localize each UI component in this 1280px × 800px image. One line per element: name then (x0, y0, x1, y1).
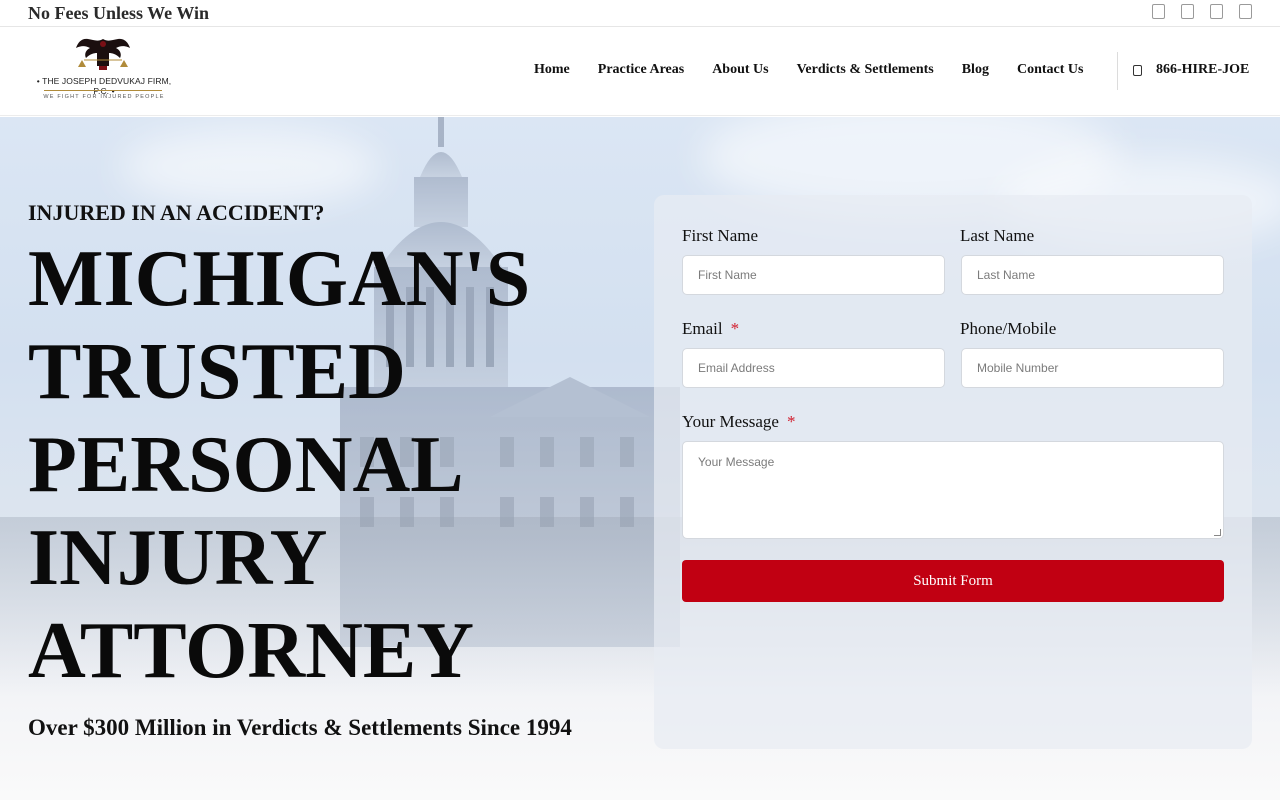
phone-label: Phone/Mobile (960, 319, 1057, 338)
twitter-icon[interactable] (1181, 4, 1194, 19)
firm-logo[interactable]: • THE JOSEPH DEDVUKAJ FIRM, P.C. • WE FI… (28, 36, 180, 108)
tagline: No Fees Unless We Win (28, 3, 210, 23)
required-asterisk: * (730, 319, 740, 338)
hero-headline: MICHIGAN'S TRUSTED PERSONAL INJURY ATTOR… (28, 233, 628, 698)
message-placeholder: Your Message (698, 455, 775, 469)
required-asterisk: * (786, 412, 796, 431)
phone-input[interactable]: Mobile Number (961, 348, 1224, 388)
nav-practice-areas[interactable]: Practice Areas (598, 62, 684, 78)
phone-icon (1133, 64, 1142, 76)
phone-link[interactable]: 866-HIRE-JOE (1133, 62, 1249, 78)
email-label: Email * (682, 319, 739, 339)
hero-eyebrow: INJURED IN AN ACCIDENT? (28, 200, 325, 225)
headline-line: TRUSTED (28, 328, 406, 416)
logo-rule (44, 90, 162, 91)
phone-number: 866-HIRE-JOE (1156, 62, 1250, 77)
contact-form: First Name First Name Last Name Last Nam… (654, 195, 1252, 749)
hero-subline: Over $300 Million in Verdicts & Settleme… (28, 715, 572, 740)
facebook-icon[interactable] (1152, 4, 1165, 19)
headline-line: MICHIGAN'S (28, 235, 531, 323)
logo-motto: WE FIGHT FOR INJURED PEOPLE (43, 94, 165, 100)
headline-line: INJURY (28, 514, 328, 602)
social-links (1152, 4, 1252, 19)
hero-section: INJURED IN AN ACCIDENT? MICHIGAN'S TRUST… (0, 117, 1280, 800)
main-nav: Home Practice Areas About Us Verdicts & … (534, 62, 1083, 78)
submit-button[interactable]: Submit Form (682, 560, 1224, 602)
nav-home[interactable]: Home (534, 62, 570, 78)
message-label: Your Message * (682, 412, 795, 432)
last-name-label: Last Name (960, 226, 1035, 245)
email-input[interactable]: Email Address (682, 348, 945, 388)
resize-handle-icon[interactable] (1214, 529, 1221, 536)
linkedin-icon[interactable] (1239, 4, 1252, 19)
site-header: • THE JOSEPH DEDVUKAJ FIRM, P.C. • WE FI… (0, 28, 1280, 116)
nav-verdicts-settlements[interactable]: Verdicts & Settlements (797, 62, 934, 78)
message-label-text: Your Message (682, 412, 779, 431)
first-name-label: First Name (682, 226, 759, 245)
eagle-scales-logo-icon (76, 38, 130, 70)
first-name-input[interactable]: First Name (682, 255, 945, 295)
top-bar: No Fees Unless We Win (0, 0, 1280, 27)
headline-line: ATTORNEY (28, 607, 475, 695)
nav-divider (1117, 52, 1118, 90)
nav-blog[interactable]: Blog (962, 62, 989, 78)
nav-about-us[interactable]: About Us (712, 62, 768, 78)
headline-line: PERSONAL (28, 421, 464, 509)
nav-contact-us[interactable]: Contact Us (1017, 62, 1084, 78)
email-label-text: Email (682, 319, 723, 338)
instagram-icon[interactable] (1210, 4, 1223, 19)
logo-firm-name: • THE JOSEPH DEDVUKAJ FIRM, P.C. • (36, 76, 172, 96)
last-name-input[interactable]: Last Name (961, 255, 1224, 295)
message-textarea[interactable]: Your Message (682, 441, 1224, 539)
